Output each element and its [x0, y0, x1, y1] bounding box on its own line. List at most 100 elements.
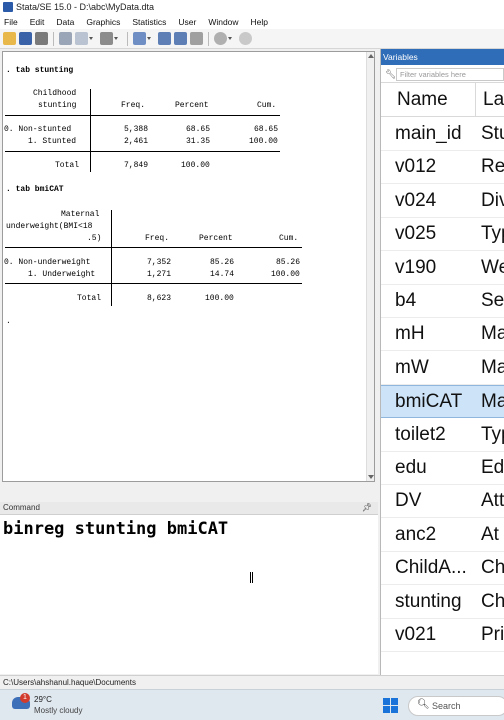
- variable-label: Sex: [481, 290, 504, 311]
- results-prompt: .: [6, 317, 11, 326]
- table-row-label: 1. Underweight: [28, 270, 96, 279]
- variable-name: mH: [395, 323, 425, 345]
- command-echo: . tab stunting: [6, 66, 74, 75]
- column-header-label[interactable]: La: [483, 89, 504, 111]
- print-icon[interactable]: [35, 32, 48, 45]
- variable-row[interactable]: stunting Ch: [381, 586, 504, 619]
- windows-start-icon[interactable]: [383, 698, 398, 713]
- table-cell: 7,849: [124, 161, 149, 170]
- variable-row[interactable]: v025 Typ: [381, 218, 504, 252]
- table-header: .5): [87, 234, 102, 243]
- variable-label: Ch: [481, 557, 504, 579]
- menu-graphics[interactable]: Graphics: [86, 17, 120, 27]
- variable-name: edu: [395, 457, 427, 478]
- menu-statistics[interactable]: Statistics: [132, 17, 166, 27]
- toolbar-spacer: [116, 32, 122, 45]
- open-icon[interactable]: [3, 32, 16, 45]
- menu-bar: File Edit Data Graphics Statistics User …: [0, 14, 504, 29]
- scroll-down-icon[interactable]: [368, 475, 374, 479]
- menu-file[interactable]: File: [4, 17, 18, 27]
- wrench-icon[interactable]: 🔧︎: [385, 69, 396, 80]
- variable-name: v024: [395, 189, 437, 211]
- variable-label: Ma: [481, 323, 504, 345]
- menu-edit[interactable]: Edit: [30, 17, 45, 27]
- variable-row[interactable]: v190 We: [381, 252, 504, 285]
- menu-window[interactable]: Window: [208, 17, 238, 27]
- toolbar: [0, 29, 504, 49]
- variable-row[interactable]: main_id Stu: [381, 118, 504, 151]
- variable-row[interactable]: mW Ma: [381, 352, 504, 385]
- results-window[interactable]: . tab stunting Childhood stunting Freq. …: [2, 51, 375, 482]
- table-cell: 100.00: [205, 294, 234, 303]
- do-file-editor-icon[interactable]: [133, 32, 151, 45]
- variable-row[interactable]: v012 Re: [381, 151, 504, 185]
- table-rule: [111, 210, 112, 306]
- save-icon[interactable]: [19, 32, 32, 45]
- variable-label: Ma: [481, 356, 504, 378]
- scroll-up-icon[interactable]: [368, 54, 374, 58]
- data-editor-icon[interactable]: [158, 32, 171, 45]
- table-cell: 31.35: [186, 137, 211, 146]
- variable-label: Ma: [481, 391, 504, 413]
- variable-row[interactable]: mH Ma: [381, 318, 504, 352]
- variable-row[interactable]: b4 Sex: [381, 285, 504, 318]
- menu-user[interactable]: User: [178, 17, 196, 27]
- graph-icon[interactable]: [100, 32, 118, 45]
- filter-variables-input[interactable]: Filter variables here: [396, 68, 504, 81]
- variable-label: Typ: [481, 223, 504, 245]
- variables-column-header: Name La: [381, 83, 504, 117]
- variable-row[interactable]: bmiCAT Ma: [381, 385, 504, 419]
- table-cell: 85.26: [276, 258, 301, 267]
- column-header-name[interactable]: Name: [397, 89, 448, 111]
- table-total-label: Total: [77, 294, 102, 303]
- column-divider[interactable]: [475, 83, 476, 117]
- variable-name: stunting: [395, 590, 462, 612]
- variable-label: Pri: [481, 624, 504, 645]
- variables-manager-icon[interactable]: [190, 32, 203, 45]
- variable-row[interactable]: v021 Pri: [381, 619, 504, 652]
- table-cell: 100.00: [271, 270, 300, 279]
- variable-name: DV: [395, 490, 422, 512]
- log-icon[interactable]: [59, 32, 72, 45]
- table-row-label: 0. Non-stunted: [4, 125, 72, 134]
- variable-name: bmiCAT: [395, 391, 463, 413]
- menu-data[interactable]: Data: [56, 17, 74, 27]
- variable-label: Stu: [481, 123, 504, 144]
- column-header: Freq.: [145, 234, 170, 243]
- menu-help[interactable]: Help: [251, 17, 268, 27]
- variable-name: b4: [395, 290, 417, 311]
- pin-icon[interactable]: 📌︎: [362, 502, 372, 514]
- data-browser-icon[interactable]: [174, 32, 187, 45]
- variable-row[interactable]: edu Ed: [381, 452, 504, 485]
- break-icon[interactable]: [239, 32, 252, 45]
- table-cell: 100.00: [249, 137, 278, 146]
- variable-row[interactable]: toilet2 Typ: [381, 419, 504, 452]
- variable-row[interactable]: DV Att: [381, 485, 504, 519]
- toolbar-spacer: [149, 32, 155, 45]
- command-input[interactable]: binreg stunting bmiCAT: [0, 514, 378, 674]
- table-row-label: 1. Stunted: [28, 137, 77, 146]
- table-cell: 5,388: [124, 125, 149, 134]
- table-cell: 8,623: [147, 294, 172, 303]
- command-text: binreg stunting bmiCAT: [3, 519, 229, 539]
- table-row-label: 0. Non-underweight: [4, 258, 91, 267]
- column-header: Cum.: [257, 101, 277, 110]
- more-icon[interactable]: [214, 32, 232, 45]
- working-directory: C:\Users\ahshanul.haque\Documents: [3, 678, 136, 687]
- variable-name: anc2: [395, 523, 437, 545]
- table-cell: 2,461: [124, 137, 149, 146]
- weather-condition[interactable]: Mostly cloudy: [34, 706, 82, 715]
- table-cell: 68.65: [186, 125, 211, 134]
- viewer-icon[interactable]: [75, 32, 93, 45]
- variable-row[interactable]: ChildA... Ch: [381, 552, 504, 586]
- taskbar-search[interactable]: 🔍︎ Search: [408, 696, 504, 716]
- results-scrollbar[interactable]: [366, 52, 374, 481]
- variable-label: At l: [481, 523, 504, 545]
- variable-name: v190: [395, 256, 437, 278]
- table-header: Maternal: [61, 210, 100, 219]
- column-header: Freq.: [121, 101, 146, 110]
- variable-row[interactable]: anc2 At l: [381, 519, 504, 552]
- weather-temperature[interactable]: 29°C: [34, 695, 52, 704]
- variable-row[interactable]: v024 Div: [381, 185, 504, 218]
- variables-header: Variables: [381, 49, 504, 65]
